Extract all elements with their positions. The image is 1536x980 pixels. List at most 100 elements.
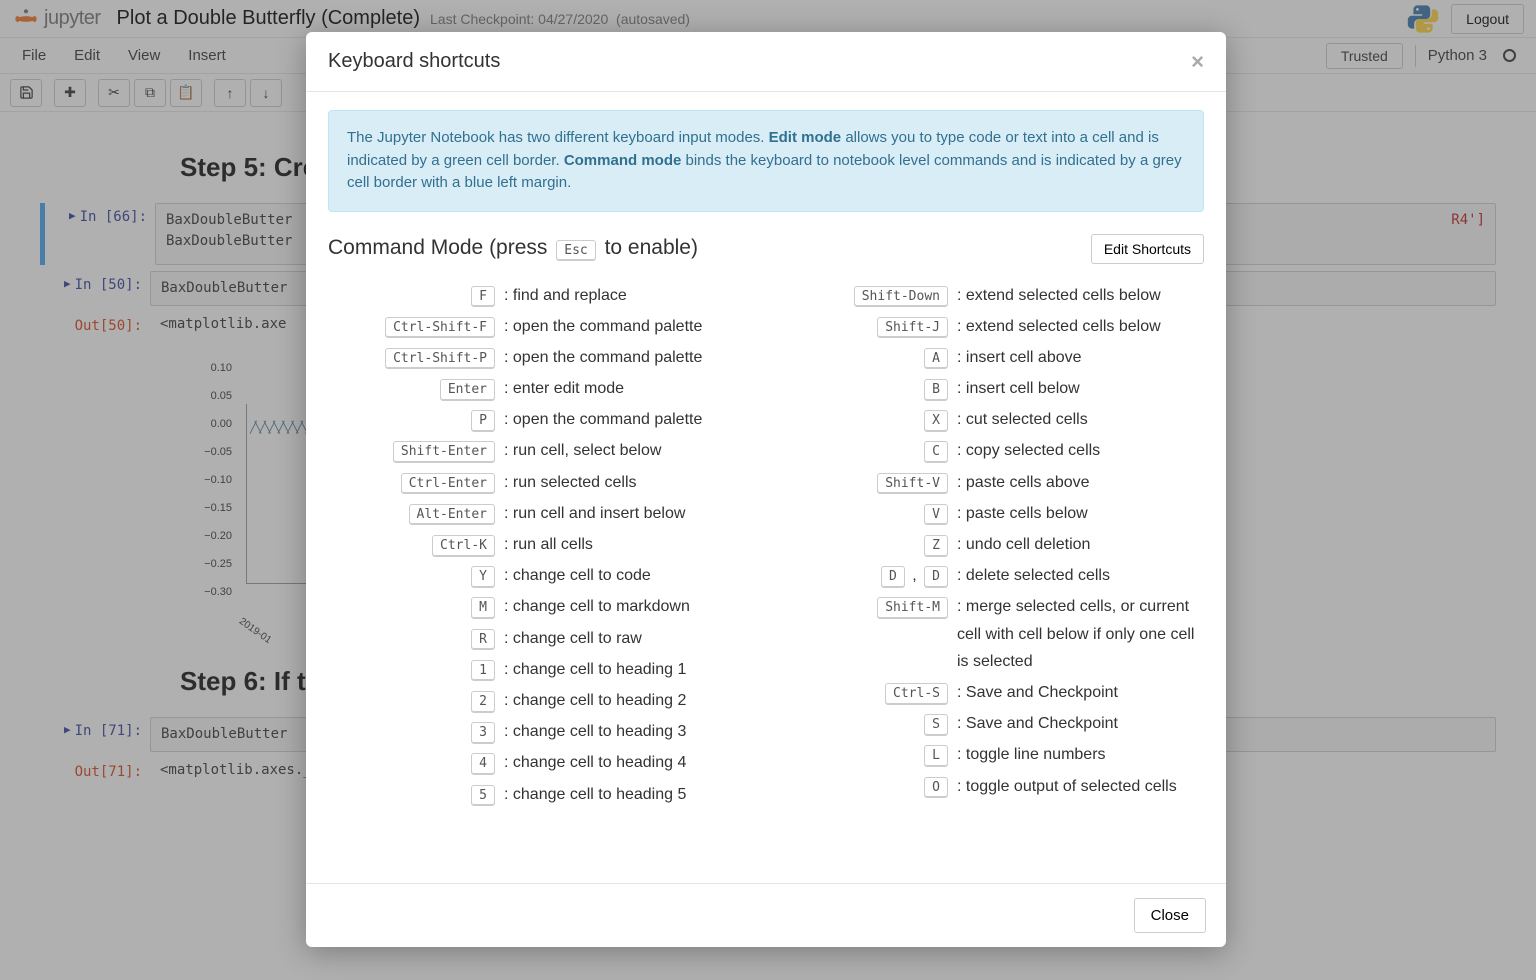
key-c: C — [924, 441, 948, 463]
key-m: M — [471, 597, 495, 619]
shortcut-row: Enterenter edit mode — [328, 375, 751, 402]
shortcut-desc: run cell and insert below — [500, 500, 751, 527]
shortcut-row: Otoggle output of selected cells — [781, 773, 1204, 800]
shortcut-keys: M — [328, 593, 500, 620]
shortcut-keys: Shift-V — [781, 469, 953, 496]
key-y: Y — [471, 566, 495, 588]
shortcut-desc: open the command palette — [500, 406, 751, 433]
key-2: 2 — [471, 691, 495, 713]
shortcut-desc: change cell to heading 4 — [500, 749, 751, 776]
shortcut-desc: delete selected cells — [953, 562, 1204, 589]
shortcut-desc: paste cells above — [953, 469, 1204, 496]
shortcut-keys: Ctrl-S — [781, 679, 953, 706]
shortcut-row: Shift-Enterrun cell, select below — [328, 437, 751, 464]
shortcut-desc: change cell to markdown — [500, 593, 751, 620]
shortcut-desc: run selected cells — [500, 469, 751, 496]
shortcut-keys: 4 — [328, 749, 500, 776]
shortcut-desc: toggle line numbers — [953, 741, 1204, 768]
shortcut-keys: Ctrl-Shift-P — [328, 344, 500, 371]
shortcut-desc: copy selected cells — [953, 437, 1204, 464]
shortcut-row: Ctrl-Krun all cells — [328, 531, 751, 558]
shortcut-keys: V — [781, 500, 953, 527]
shortcut-row: Rchange cell to raw — [328, 625, 751, 652]
shortcut-row: Shift-Vpaste cells above — [781, 469, 1204, 496]
shortcut-row: Ffind and replace — [328, 282, 751, 309]
shortcut-row: 5change cell to heading 5 — [328, 781, 751, 808]
key-3: 3 — [471, 722, 495, 744]
shortcut-desc: extend selected cells below — [953, 282, 1204, 309]
shortcut-keys: Shift-J — [781, 313, 953, 340]
modal-header: Keyboard shortcuts × — [306, 32, 1226, 92]
shortcut-row: Mchange cell to markdown — [328, 593, 751, 620]
shortcut-desc: toggle output of selected cells — [953, 773, 1204, 800]
shortcut-keys: C — [781, 437, 953, 464]
shortcut-desc: run all cells — [500, 531, 751, 558]
shortcut-keys: Ctrl-K — [328, 531, 500, 558]
shortcut-keys: Shift-M — [781, 593, 953, 620]
shortcut-col-right: Shift-Downextend selected cells belowShi… — [781, 278, 1204, 812]
shortcut-row: Popen the command palette — [328, 406, 751, 433]
shortcut-keys: 3 — [328, 718, 500, 745]
shortcut-desc: change cell to heading 5 — [500, 781, 751, 808]
shortcut-desc: change cell to heading 2 — [500, 687, 751, 714]
key-b: B — [924, 379, 948, 401]
shortcut-desc: enter edit mode — [500, 375, 751, 402]
key-l: L — [924, 745, 948, 767]
shortcut-keys: Y — [328, 562, 500, 589]
key-z: Z — [924, 535, 948, 557]
shortcut-keys: 2 — [328, 687, 500, 714]
shortcut-keys: A — [781, 344, 953, 371]
key-d: D — [881, 566, 905, 588]
shortcut-desc: Save and Checkpoint — [953, 710, 1204, 737]
key-shift-enter: Shift-Enter — [393, 441, 495, 463]
shortcut-row: 1change cell to heading 1 — [328, 656, 751, 683]
edit-shortcuts-button[interactable]: Edit Shortcuts — [1091, 234, 1204, 264]
keyboard-shortcuts-modal: Keyboard shortcuts × The Jupyter Noteboo… — [306, 32, 1226, 947]
shortcut-row: Shift-Mmerge selected cells, or current … — [781, 593, 1204, 675]
key-v: V — [924, 504, 948, 526]
shortcut-desc: find and replace — [500, 282, 751, 309]
key-ctrl-shift-f: Ctrl-Shift-F — [385, 317, 495, 339]
modal-title: Keyboard shortcuts — [328, 50, 500, 73]
key-enter: Enter — [440, 379, 495, 401]
shortcut-keys: D , D — [781, 562, 953, 589]
shortcut-keys: O — [781, 773, 953, 800]
shortcut-row: 4change cell to heading 4 — [328, 749, 751, 776]
shortcut-keys: F — [328, 282, 500, 309]
shortcut-desc: cut selected cells — [953, 406, 1204, 433]
key-o: O — [924, 777, 948, 799]
shortcut-row: Shift-Downextend selected cells below — [781, 282, 1204, 309]
shortcut-keys: B — [781, 375, 953, 402]
shortcut-desc: open the command palette — [500, 344, 751, 371]
shortcut-row: Binsert cell below — [781, 375, 1204, 402]
key-shift-v: Shift-V — [877, 473, 948, 495]
key-ctrl-s: Ctrl-S — [885, 683, 948, 705]
shortcut-row: Zundo cell deletion — [781, 531, 1204, 558]
key-ctrl-k: Ctrl-K — [432, 535, 495, 557]
command-mode-heading: Command Mode (press Esc to enable) Edit … — [328, 234, 1204, 264]
shortcut-desc: extend selected cells below — [953, 313, 1204, 340]
key-ctrl-shift-p: Ctrl-Shift-P — [385, 348, 495, 370]
key-d: D — [924, 566, 948, 588]
shortcut-desc: change cell to raw — [500, 625, 751, 652]
close-button[interactable]: Close — [1134, 898, 1206, 933]
shortcut-row: Ctrl-SSave and Checkpoint — [781, 679, 1204, 706]
shortcut-desc: Save and Checkpoint — [953, 679, 1204, 706]
key-shift-down: Shift-Down — [854, 286, 948, 308]
shortcut-row: Vpaste cells below — [781, 500, 1204, 527]
key-s: S — [924, 714, 948, 736]
modal-body[interactable]: The Jupyter Notebook has two different k… — [306, 92, 1226, 883]
key-a: A — [924, 348, 948, 370]
shortcut-keys: X — [781, 406, 953, 433]
shortcut-row: Ctrl-Enterrun selected cells — [328, 469, 751, 496]
shortcut-row: D , Ddelete selected cells — [781, 562, 1204, 589]
shortcut-desc: paste cells below — [953, 500, 1204, 527]
key-f: F — [471, 286, 495, 308]
shortcut-desc: change cell to heading 1 — [500, 656, 751, 683]
key-shift-m: Shift-M — [877, 597, 948, 619]
close-icon[interactable]: × — [1191, 51, 1204, 73]
key-separator: , — [908, 567, 921, 584]
shortcut-row: Shift-Jextend selected cells below — [781, 313, 1204, 340]
info-alert: The Jupyter Notebook has two different k… — [328, 110, 1204, 212]
shortcut-desc: undo cell deletion — [953, 531, 1204, 558]
